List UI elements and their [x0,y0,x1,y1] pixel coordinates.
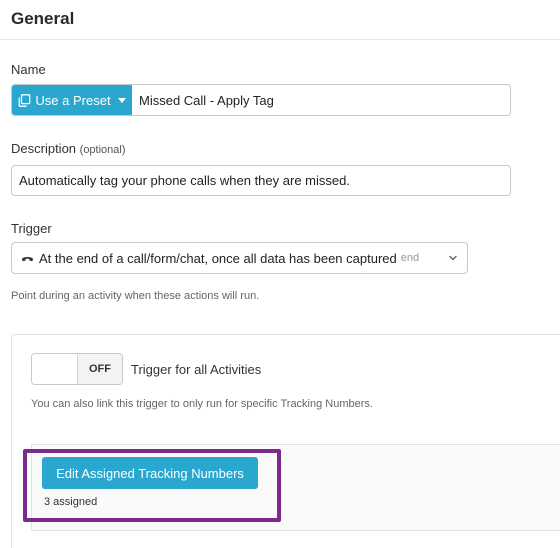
toggle-state: OFF [78,354,122,384]
phone-icon [21,252,34,265]
section-title: General [11,9,75,28]
use-preset-button[interactable]: Use a Preset [12,85,132,115]
trigger-label: Trigger [11,221,52,236]
description-label-text: Description [11,141,77,156]
toggle-knob [32,354,78,384]
trigger-select[interactable]: At the end of a call/form/chat, once all… [11,242,468,274]
trigger-all-activities-toggle[interactable]: OFF [31,353,123,385]
trigger-help-text: Point during an activity when these acti… [11,290,260,302]
chevron-down-icon [447,252,459,264]
use-preset-label: Use a Preset [35,92,111,108]
name-field-group: Use a Preset [11,84,511,116]
description-input[interactable] [11,165,511,196]
description-label: Description (optional) [11,141,126,156]
toggle-label: Trigger for all Activities [131,362,262,377]
caret-down-icon [117,97,126,103]
trigger-selected-value: At the end of a call/form/chat, once all… [39,250,397,266]
name-input[interactable] [132,85,510,115]
section-header: General [0,0,560,40]
optional-label: (optional) [79,144,126,156]
trigger-selected-tag: end [400,252,420,264]
name-label: Name [11,62,46,77]
trigger-settings-page: General Name Use a Preset Description (o… [0,0,560,548]
copy-icon [18,93,31,107]
tracking-numbers-help-text: You can also link this trigger to only r… [31,398,373,410]
highlight-box [23,449,281,522]
